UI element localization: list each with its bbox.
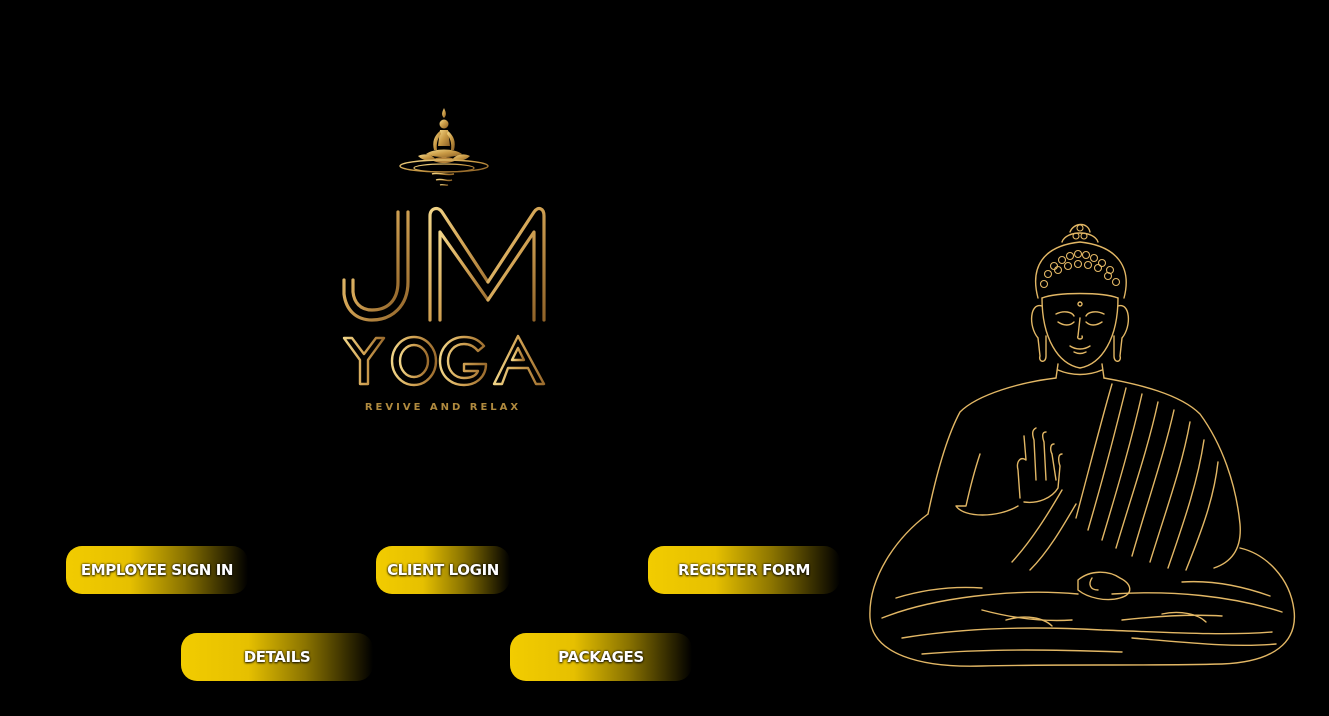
meditating-figure-icon	[399, 108, 489, 186]
employee-sign-in-button[interactable]: EMPLOYEE SIGN IN	[66, 546, 248, 594]
client-login-button[interactable]: CLIENT LOGIN	[376, 546, 510, 594]
packages-button[interactable]: PACKAGES	[510, 633, 692, 681]
logo-jm	[342, 206, 546, 322]
register-form-button[interactable]: REGISTER FORM	[648, 546, 840, 594]
logo-tagline: REVIVE AND RELAX	[364, 402, 522, 413]
employee-sign-in-label: EMPLOYEE SIGN IN	[80, 561, 234, 579]
home-screen: REVIVE AND RELAX EMPLOYEE SIGN IN CLIENT…	[0, 0, 1329, 716]
details-label: DETAILS	[243, 648, 311, 666]
client-login-label: CLIENT LOGIN	[387, 561, 499, 579]
logo-yoga	[342, 334, 546, 387]
buddha-line-art-icon	[869, 223, 1296, 667]
packages-label: PACKAGES	[558, 648, 644, 666]
details-button[interactable]: DETAILS	[181, 633, 373, 681]
register-form-label: REGISTER FORM	[677, 561, 811, 579]
